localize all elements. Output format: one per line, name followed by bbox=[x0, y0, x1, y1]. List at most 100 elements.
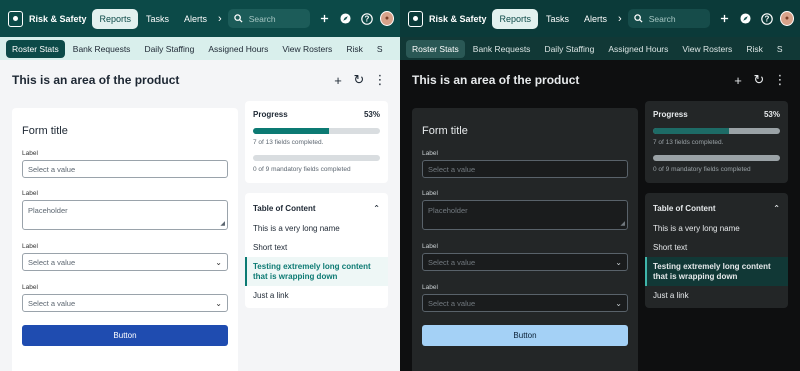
progress-header: Progress 53% bbox=[253, 110, 380, 119]
subnav-bank-requests[interactable]: Bank Requests bbox=[467, 40, 537, 58]
progress-card: Progress 53% 7 of 13 fields completed. 0… bbox=[245, 101, 388, 183]
light-theme-pane: Risk & Safety Reports Tasks Alerts › ? ●… bbox=[0, 0, 400, 371]
form-field: Label Select a value ⌄ bbox=[22, 243, 228, 271]
toc-link[interactable]: This is a very long name bbox=[645, 219, 788, 238]
textarea-placeholder: Placeholder bbox=[428, 206, 468, 215]
compass-icon[interactable] bbox=[738, 11, 753, 27]
toc-title: Table of Content bbox=[253, 203, 316, 213]
refresh-icon[interactable]: ↻ bbox=[351, 72, 367, 88]
search-box[interactable] bbox=[227, 9, 310, 28]
resize-handle-icon[interactable]: ◢ bbox=[220, 220, 225, 227]
resize-handle-icon[interactable]: ◢ bbox=[620, 220, 625, 227]
toc-title: Table of Content bbox=[653, 203, 716, 213]
toc-link[interactable]: This is a very long name bbox=[245, 219, 388, 238]
secondary-navigation: Roster Stats Bank Requests Daily Staffin… bbox=[0, 37, 400, 60]
add-icon[interactable] bbox=[718, 11, 733, 27]
form-field: Label Placeholder ◢ bbox=[422, 190, 628, 230]
dropdown-select-2[interactable]: Select a value ⌄ bbox=[422, 294, 628, 312]
field-value: Select a value bbox=[28, 164, 76, 174]
refresh-icon[interactable]: ↻ bbox=[751, 72, 767, 88]
progress-title: Progress bbox=[253, 110, 288, 119]
search-icon bbox=[233, 14, 243, 23]
subnav-bank-requests[interactable]: Bank Requests bbox=[67, 40, 137, 58]
subnav-view-rosters[interactable]: View Rosters bbox=[676, 40, 738, 58]
add-icon[interactable]: + bbox=[330, 72, 346, 88]
toc-link[interactable]: Short text bbox=[245, 238, 388, 257]
field-label: Label bbox=[22, 284, 38, 291]
subnav-assigned-hours[interactable]: Assigned Hours bbox=[602, 40, 674, 58]
app-name: Risk & Safety bbox=[428, 13, 487, 24]
add-icon[interactable]: + bbox=[730, 72, 746, 88]
table-of-content: Table of Content ⌃ This is a very long n… bbox=[645, 193, 788, 308]
toc-link[interactable]: Just a link bbox=[245, 286, 388, 305]
avatar[interactable]: ● bbox=[779, 11, 794, 26]
nav-tab-reports[interactable]: Reports bbox=[92, 8, 138, 29]
search-input[interactable] bbox=[648, 13, 709, 24]
search-icon bbox=[633, 14, 643, 23]
chevron-up-icon[interactable]: ⌃ bbox=[373, 204, 380, 213]
dropdown-select-1[interactable]: Select a value ⌄ bbox=[22, 253, 228, 271]
mandatory-progress-bar bbox=[253, 155, 380, 161]
help-icon[interactable]: ? bbox=[759, 11, 774, 27]
subnav-roster-stats[interactable]: Roster Stats bbox=[6, 39, 65, 58]
field-value: Select a value bbox=[428, 298, 476, 308]
compass-icon[interactable] bbox=[338, 11, 353, 27]
nav-tab-tasks[interactable]: Tasks bbox=[139, 9, 176, 29]
toc-link[interactable]: Just a link bbox=[645, 286, 788, 305]
textarea-field[interactable]: Placeholder ◢ bbox=[422, 200, 628, 230]
toc-header[interactable]: Table of Content ⌃ bbox=[645, 199, 788, 217]
more-vertical-icon[interactable]: ⋮ bbox=[772, 72, 788, 88]
fields-progress-bar bbox=[253, 128, 380, 134]
progress-card: Progress 53% 7 of 13 fields completed. 0… bbox=[645, 101, 788, 183]
subnav-assigned-hours[interactable]: Assigned Hours bbox=[202, 40, 274, 58]
toc-link-active[interactable]: Testing extremely long content that is w… bbox=[245, 257, 388, 286]
subnav-overflow-item[interactable]: S bbox=[771, 40, 789, 58]
subnav-view-rosters[interactable]: View Rosters bbox=[276, 40, 338, 58]
help-icon[interactable]: ? bbox=[359, 11, 374, 27]
subnav-risk[interactable]: Risk bbox=[740, 40, 769, 58]
app-logo-icon[interactable] bbox=[408, 10, 423, 27]
subnav-roster-stats[interactable]: Roster Stats bbox=[406, 39, 465, 58]
submit-button[interactable]: Button bbox=[22, 325, 228, 346]
subnav-daily-staffing[interactable]: Daily Staffing bbox=[538, 40, 600, 58]
more-vertical-icon[interactable]: ⋮ bbox=[372, 72, 388, 88]
nav-tab-tasks[interactable]: Tasks bbox=[539, 9, 576, 29]
fields-progress-bar bbox=[653, 128, 780, 134]
form-card: Form title Label Select a value Label Pl… bbox=[12, 108, 238, 371]
dropdown-select-1[interactable]: Select a value ⌄ bbox=[422, 253, 628, 271]
add-icon[interactable] bbox=[318, 11, 333, 27]
chevron-down-icon: ⌄ bbox=[615, 298, 622, 308]
chevron-up-icon[interactable]: ⌃ bbox=[773, 204, 780, 213]
dropdown-select-2[interactable]: Select a value ⌄ bbox=[22, 294, 228, 312]
textarea-field[interactable]: Placeholder ◢ bbox=[22, 200, 228, 230]
nav-tab-alerts[interactable]: Alerts bbox=[177, 9, 214, 29]
app-logo-icon[interactable] bbox=[8, 10, 23, 27]
subnav-risk[interactable]: Risk bbox=[340, 40, 369, 58]
toc-link-active[interactable]: Testing extremely long content that is w… bbox=[645, 257, 788, 286]
progress-title: Progress bbox=[653, 110, 688, 119]
select-input-1[interactable]: Select a value bbox=[22, 160, 228, 178]
progress-percent: 53% bbox=[763, 110, 780, 119]
nav-more-chevron-icon[interactable]: › bbox=[618, 13, 622, 25]
page-content: Form title Label Select a value Label Pl… bbox=[400, 100, 800, 371]
nav-tab-reports[interactable]: Reports bbox=[492, 8, 538, 29]
nav-tab-alerts[interactable]: Alerts bbox=[577, 9, 614, 29]
field-value: Select a value bbox=[28, 298, 76, 308]
submit-button[interactable]: Button bbox=[422, 325, 628, 346]
svg-text:?: ? bbox=[364, 14, 369, 23]
chevron-down-icon: ⌄ bbox=[215, 298, 222, 308]
mandatory-progress-bar bbox=[653, 155, 780, 161]
form-card: Form title Label Select a value Label Pl… bbox=[412, 108, 638, 371]
toc-link[interactable]: Short text bbox=[645, 238, 788, 257]
search-box[interactable] bbox=[627, 9, 710, 28]
field-label: Label bbox=[22, 150, 38, 157]
avatar[interactable]: ● bbox=[379, 11, 394, 26]
nav-more-chevron-icon[interactable]: › bbox=[218, 13, 222, 25]
search-input[interactable] bbox=[248, 13, 309, 24]
field-value: Select a value bbox=[28, 257, 76, 267]
select-input-1[interactable]: Select a value bbox=[422, 160, 628, 178]
form-field: Label Placeholder ◢ bbox=[22, 190, 228, 230]
toc-header[interactable]: Table of Content ⌃ bbox=[245, 199, 388, 217]
subnav-overflow-item[interactable]: S bbox=[371, 40, 389, 58]
subnav-daily-staffing[interactable]: Daily Staffing bbox=[138, 40, 200, 58]
